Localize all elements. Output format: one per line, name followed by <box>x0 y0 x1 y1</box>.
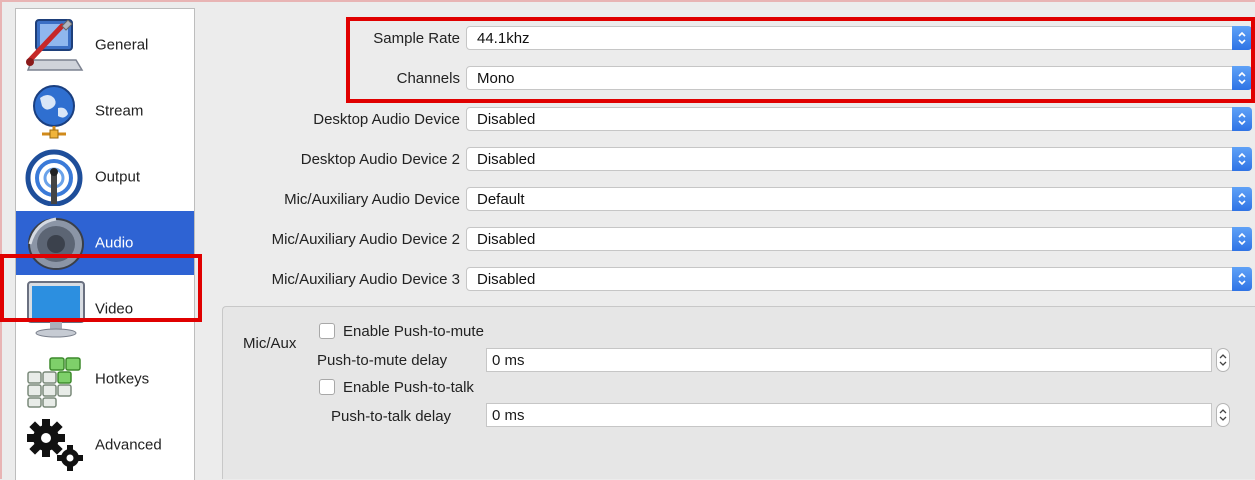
select-chevrons-icon[interactable] <box>1232 107 1252 131</box>
push-to-talk-delay-stepper[interactable] <box>1216 403 1230 427</box>
sidebar-item-label: Advanced <box>95 436 162 454</box>
mic-aux-device-label: Mic/Auxiliary Audio Device <box>284 191 460 208</box>
sidebar-item-video[interactable]: Video <box>16 277 194 341</box>
sidebar-item-audio[interactable]: Audio <box>16 211 194 275</box>
desktop-audio-device-2-label: Desktop Audio Device 2 <box>300 151 460 168</box>
push-to-mute-checkbox-label: Enable Push-to-mute <box>343 323 484 340</box>
sidebar-item-label: Output <box>95 168 141 186</box>
broadcast-antenna-icon <box>24 148 88 207</box>
sidebar-item-label: Video <box>95 300 134 318</box>
sample-rate-row: Sample Rate 44.1khz <box>200 24 1255 54</box>
general-settings-icon <box>24 16 88 74</box>
mic-aux-device-3-label: Mic/Auxiliary Audio Device 3 <box>271 271 460 288</box>
channels-value: Mono <box>477 70 515 87</box>
push-to-talk-checkbox-label: Enable Push-to-talk <box>343 379 474 396</box>
stepper-arrows-icon <box>1219 354 1227 366</box>
mic-aux-device-select[interactable]: Default <box>466 187 1252 211</box>
sidebar-item-stream[interactable]: Stream <box>16 79 194 143</box>
push-to-mute-delay-value: 0 ms <box>492 352 525 369</box>
globe-network-icon <box>24 82 88 140</box>
desktop-audio-device-value: Disabled <box>477 111 536 128</box>
select-chevrons-icon[interactable] <box>1232 66 1252 90</box>
sidebar-item-label: Audio <box>95 234 134 252</box>
sidebar-item-label: General <box>95 36 149 54</box>
select-chevrons-icon[interactable] <box>1232 147 1252 171</box>
desktop-audio-device-select[interactable]: Disabled <box>466 107 1252 131</box>
desktop-audio-device-row: Desktop Audio Device Disabled <box>200 105 1255 135</box>
speaker-icon <box>24 214 88 272</box>
settings-sidebar: General Stream Output Audio Video Hotkey… <box>15 8 195 480</box>
mic-aux-device-row: Mic/Auxiliary Audio Device Default <box>200 185 1255 215</box>
sidebar-item-label: Hotkeys <box>95 370 150 388</box>
sample-rate-select[interactable]: 44.1khz <box>466 26 1252 50</box>
mic-aux-device-2-label: Mic/Auxiliary Audio Device 2 <box>271 231 460 248</box>
select-chevrons-icon[interactable] <box>1232 187 1252 211</box>
sidebar-item-label: Stream <box>95 102 144 120</box>
select-chevrons-icon[interactable] <box>1232 267 1252 291</box>
mic-aux-device-3-value: Disabled <box>477 271 536 288</box>
select-chevrons-icon[interactable] <box>1232 227 1252 251</box>
channels-label: Channels <box>396 70 460 87</box>
mic-aux-device-value: Default <box>477 191 525 208</box>
sidebar-item-general[interactable]: General <box>16 13 194 77</box>
push-to-talk-delay-value: 0 ms <box>492 407 525 424</box>
sidebar-item-advanced[interactable]: Advanced <box>16 413 194 477</box>
sample-rate-value: 44.1khz <box>477 30 530 47</box>
push-to-talk-delay-label: Push-to-talk delay <box>331 408 452 425</box>
push-to-talk-delay-input[interactable]: 0 ms <box>486 403 1212 427</box>
desktop-audio-device-2-value: Disabled <box>477 151 536 168</box>
channels-select[interactable]: Mono <box>466 66 1252 90</box>
mic-aux-group-title: Mic/Aux <box>243 335 297 352</box>
gears-icon <box>24 416 88 474</box>
sidebar-item-output[interactable]: Output <box>16 145 194 209</box>
mic-aux-device-2-select[interactable]: Disabled <box>466 227 1252 251</box>
push-to-mute-delay-label: Push-to-mute delay <box>317 352 448 369</box>
channels-row: Channels Mono <box>200 64 1255 94</box>
mic-aux-device-3-select[interactable]: Disabled <box>466 267 1252 291</box>
window-edge <box>0 0 1255 2</box>
desktop-audio-device-2-row: Desktop Audio Device 2 Disabled <box>200 145 1255 175</box>
sidebar-item-hotkeys[interactable]: Hotkeys <box>16 347 194 411</box>
monitor-icon <box>24 280 88 338</box>
push-to-mute-delay-input[interactable]: 0 ms <box>486 348 1212 372</box>
desktop-audio-device-2-select[interactable]: Disabled <box>466 147 1252 171</box>
select-chevrons-icon[interactable] <box>1232 26 1252 50</box>
mic-aux-device-2-row: Mic/Auxiliary Audio Device 2 Disabled <box>200 225 1255 255</box>
window-edge <box>0 0 2 479</box>
desktop-audio-device-label: Desktop Audio Device <box>313 111 460 128</box>
mic-aux-hotkeys-group: Mic/Aux Enable Push-to-mute Push-to-mute… <box>222 306 1255 479</box>
push-to-mute-delay-stepper[interactable] <box>1216 348 1230 372</box>
keyboard-icon <box>24 350 88 408</box>
push-to-talk-checkbox[interactable] <box>319 379 335 395</box>
mic-aux-device-3-row: Mic/Auxiliary Audio Device 3 Disabled <box>200 265 1255 295</box>
mic-aux-device-2-value: Disabled <box>477 231 536 248</box>
push-to-mute-checkbox[interactable] <box>319 323 335 339</box>
sample-rate-label: Sample Rate <box>373 30 460 47</box>
stepper-arrows-icon <box>1219 409 1227 421</box>
